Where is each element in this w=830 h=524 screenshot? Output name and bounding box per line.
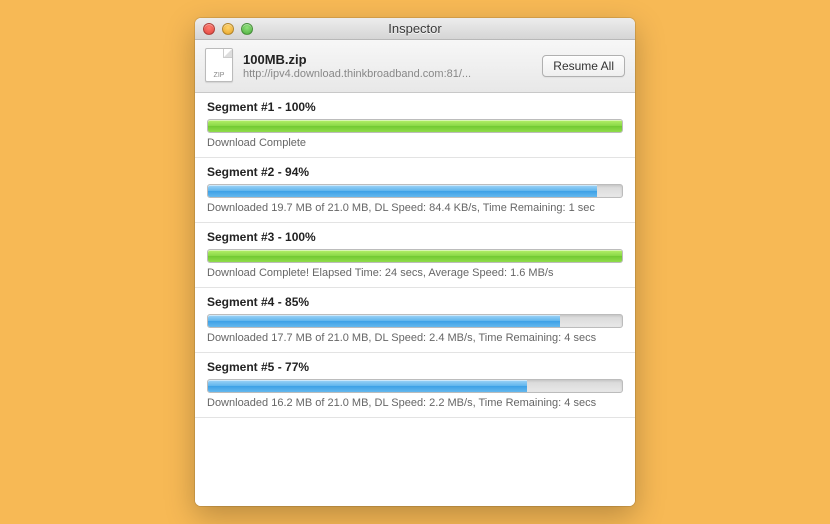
progress-fill: [208, 185, 597, 197]
segment-row: Segment #5 - 77% Downloaded 16.2 MB of 21…: [195, 353, 635, 418]
segment-status: Downloaded 19.7 MB of 21.0 MB, DL Speed:…: [207, 202, 623, 214]
segment-status: Download Complete: [207, 137, 623, 149]
progress-fill: [208, 380, 527, 392]
zoom-icon[interactable]: [241, 23, 253, 35]
file-url: http://ipv4.download.thinkbroadband.com:…: [243, 68, 534, 80]
segment-title: Segment #4 - 85%: [207, 295, 623, 309]
titlebar[interactable]: Inspector: [195, 18, 635, 40]
close-icon[interactable]: [203, 23, 215, 35]
file-info: 100MB.zip http://ipv4.download.thinkbroa…: [243, 52, 534, 80]
segment-row: Segment #2 - 94% Downloaded 19.7 MB of 21…: [195, 158, 635, 223]
segment-title: Segment #2 - 94%: [207, 165, 623, 179]
progress-fill: [208, 120, 622, 132]
segment-status: Downloaded 17.7 MB of 21.0 MB, DL Speed:…: [207, 332, 623, 344]
window-title: Inspector: [195, 21, 635, 36]
progress-fill: [208, 250, 622, 262]
file-name: 100MB.zip: [243, 52, 534, 67]
segment-title: Segment #1 - 100%: [207, 100, 623, 114]
progress-bar: [207, 314, 623, 328]
minimize-icon[interactable]: [222, 23, 234, 35]
segment-status: Download Complete! Elapsed Time: 24 secs…: [207, 267, 623, 279]
segment-row: Segment #1 - 100% Download Complete: [195, 93, 635, 158]
segment-title: Segment #3 - 100%: [207, 230, 623, 244]
traffic-lights: [203, 23, 253, 35]
progress-bar: [207, 379, 623, 393]
resume-all-button[interactable]: Resume All: [542, 55, 625, 77]
progress-fill: [208, 315, 560, 327]
file-icon: ZIP: [205, 48, 235, 84]
segment-title: Segment #5 - 77%: [207, 360, 623, 374]
segments-list[interactable]: Segment #1 - 100%Download CompleteSegmen…: [195, 93, 635, 506]
progress-bar: [207, 119, 623, 133]
progress-bar: [207, 249, 623, 263]
segment-row: Segment #3 - 100% Download Complete! Elap…: [195, 223, 635, 288]
download-header: ZIP 100MB.zip http://ipv4.download.think…: [195, 40, 635, 93]
progress-bar: [207, 184, 623, 198]
inspector-window: Inspector ZIP 100MB.zip http://ipv4.down…: [195, 18, 635, 506]
segment-row: Segment #4 - 85% Downloaded 17.7 MB of 21…: [195, 288, 635, 353]
segment-status: Downloaded 16.2 MB of 21.0 MB, DL Speed:…: [207, 397, 623, 409]
